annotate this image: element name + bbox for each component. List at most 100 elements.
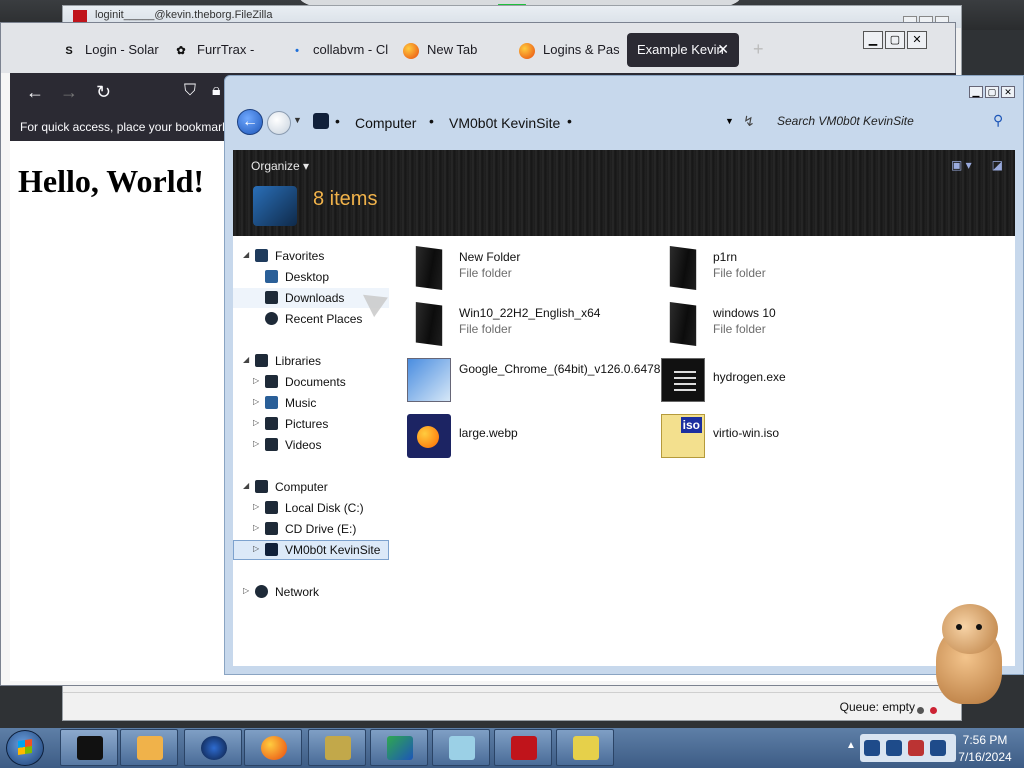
file-item-windows-10[interactable]: windows 10 File folder	[657, 300, 907, 348]
expand-icon[interactable]: ▷	[253, 376, 259, 385]
file-item-chrome-msi[interactable]: Google_Chrome_(64bit)_v126.0.6478.127.ms…	[403, 356, 706, 404]
nav-favorites[interactable]: ◢ Favorites	[233, 246, 389, 266]
tab-logins-passwords[interactable]: Logins & Pas	[507, 33, 619, 67]
nav-label: VM0b0t KevinSite	[285, 543, 381, 557]
nav-cd-drive[interactable]: ▷ CD Drive (E:)	[233, 519, 389, 539]
collapse-icon[interactable]: ◢	[243, 481, 249, 490]
star-icon	[255, 249, 268, 262]
clock-time[interactable]: 7:56 PM	[952, 733, 1018, 747]
network-icon	[255, 585, 268, 598]
file-item-large-webp[interactable]: large.webp	[403, 412, 653, 460]
nav-computer[interactable]: ◢ Computer	[233, 477, 389, 497]
cd-drive-icon	[265, 522, 278, 535]
taskbar-app-download-manager[interactable]	[370, 729, 428, 766]
firefox-minimize-button[interactable]: ▁	[863, 31, 883, 49]
tab-login-solar[interactable]: S Login - Solar	[49, 33, 159, 67]
nav-desktop[interactable]: Desktop	[233, 267, 389, 287]
recent-pages-dropdown-icon[interactable]: ▼	[293, 115, 302, 125]
nav-libraries[interactable]: ◢ Libraries	[233, 351, 389, 371]
organize-button[interactable]: Organize ▾	[251, 159, 309, 173]
clock-date[interactable]: 7/16/2024	[952, 750, 1018, 764]
file-item-hydrogen-exe[interactable]: hydrogen.exe	[657, 356, 907, 404]
dot-icon: •	[295, 45, 299, 57]
nav-pictures[interactable]: ▷ Pictures	[233, 414, 389, 434]
nav-network[interactable]: ▷ Network	[233, 582, 389, 602]
breadcrumb-separator[interactable]: •	[335, 113, 340, 129]
tab-example-kevin[interactable]: Example Kevin ✕	[627, 33, 739, 67]
taskbar-app-filezilla[interactable]	[494, 729, 552, 766]
file-item-win10[interactable]: Win10_22H2_English_x64 File folder	[403, 300, 653, 348]
firefox-icon	[261, 736, 287, 760]
forward-arrow-icon[interactable]: →	[60, 82, 78, 103]
nav-recent-places[interactable]: Recent Places	[233, 309, 389, 329]
iso-icon: iso	[661, 414, 705, 458]
file-name: p1rn	[713, 250, 738, 264]
back-arrow-icon[interactable]: ←	[26, 82, 44, 103]
breadcrumb-computer[interactable]: Computer	[355, 115, 416, 131]
expand-icon[interactable]: ▷	[253, 439, 259, 448]
tray-alert-icon[interactable]	[908, 740, 924, 756]
tab-furrtrax[interactable]: ✿ FurrTrax -	[161, 33, 271, 67]
tray-network-icon[interactable]	[864, 740, 880, 756]
expand-icon[interactable]: ▷	[253, 544, 259, 553]
show-hidden-icons-icon[interactable]: ▲	[846, 740, 856, 751]
back-button[interactable]: ←	[237, 109, 263, 135]
nav-music[interactable]: ▷ Music	[233, 393, 389, 413]
taskbar-app-globe[interactable]	[184, 729, 242, 766]
music-icon	[265, 396, 278, 409]
tab-new-tab[interactable]: New Tab	[391, 33, 503, 67]
taskbar-app-box[interactable]	[308, 729, 366, 766]
expand-icon[interactable]: ▷	[253, 523, 259, 532]
taskbar-app-media[interactable]	[120, 729, 178, 766]
firefox-close-button[interactable]: ✕	[907, 31, 927, 49]
firefox-maximize-button[interactable]: ▢	[885, 31, 905, 49]
close-tab-icon[interactable]: ✕	[717, 41, 729, 58]
breadcrumb-vm0b0t[interactable]: VM0b0t KevinSite	[449, 115, 560, 131]
expand-icon[interactable]: ▷	[253, 502, 259, 511]
shield-icon[interactable]: ⛉	[184, 82, 196, 100]
taskbar-app-tasks[interactable]	[556, 729, 614, 766]
start-button[interactable]	[6, 730, 44, 766]
firefox-image-icon	[407, 414, 451, 458]
forward-button[interactable]	[267, 111, 291, 135]
lock-icon[interactable]: 🔒︎	[212, 82, 221, 100]
tray-icons	[860, 734, 956, 762]
collapse-icon[interactable]: ◢	[243, 355, 249, 364]
tray-volume-icon[interactable]	[930, 740, 946, 756]
expand-icon[interactable]: ▷	[253, 397, 259, 406]
network-drive-icon	[265, 543, 278, 556]
collapse-icon[interactable]: ◢	[243, 250, 249, 259]
expand-icon[interactable]: ▷	[253, 418, 259, 427]
breadcrumb-separator[interactable]: •	[567, 113, 572, 129]
search-input[interactable]: Search VM0b0t KevinSite	[777, 114, 914, 128]
taskbar-app-terminal[interactable]	[60, 729, 118, 766]
breadcrumb-separator[interactable]: •	[429, 113, 434, 129]
tab-collabvm[interactable]: • collabvm - Cl	[277, 33, 389, 67]
file-item-virtio-iso[interactable]: iso virtio-win.iso	[657, 412, 907, 460]
explorer-minimize-button[interactable]: ▁	[969, 86, 983, 98]
hamster-desktop-pet-icon[interactable]	[926, 600, 1012, 708]
taskbar-app-explorer[interactable]	[432, 729, 490, 766]
filezilla-title: loginit_____@kevin.theborg.FileZilla	[95, 9, 273, 21]
explorer-maximize-button[interactable]: ▢	[985, 86, 999, 98]
tab-label: collabvm - Cl	[313, 42, 389, 57]
address-dropdown-icon[interactable]: ▼	[725, 116, 734, 126]
search-icon[interactable]: ⚲	[993, 112, 1003, 129]
refresh-icon[interactable]: ↯	[743, 113, 755, 130]
expand-icon[interactable]: ▷	[243, 586, 249, 595]
exe-icon	[661, 358, 705, 402]
nav-videos[interactable]: ▷ Videos	[233, 435, 389, 455]
new-tab-plus-icon[interactable]: +	[753, 39, 764, 60]
file-item-new-folder[interactable]: New Folder File folder	[403, 244, 653, 292]
reload-icon[interactable]: ↻	[96, 82, 111, 103]
explorer-close-button[interactable]: ✕	[1001, 86, 1015, 98]
file-item-p1rn[interactable]: p1rn File folder	[657, 244, 907, 292]
tray-monitor-icon[interactable]	[886, 740, 902, 756]
download-manager-icon	[387, 736, 413, 760]
nav-vm0b0t-kevinsite[interactable]: ▷ VM0b0t KevinSite	[233, 540, 389, 560]
nav-documents[interactable]: ▷ Documents	[233, 372, 389, 392]
taskbar-app-firefox[interactable]	[244, 729, 302, 766]
nav-local-disk[interactable]: ▷ Local Disk (C:)	[233, 498, 389, 518]
file-name: hydrogen.exe	[713, 370, 786, 384]
view-options-icon[interactable]: ▣ ▾ ◪	[951, 158, 1003, 172]
